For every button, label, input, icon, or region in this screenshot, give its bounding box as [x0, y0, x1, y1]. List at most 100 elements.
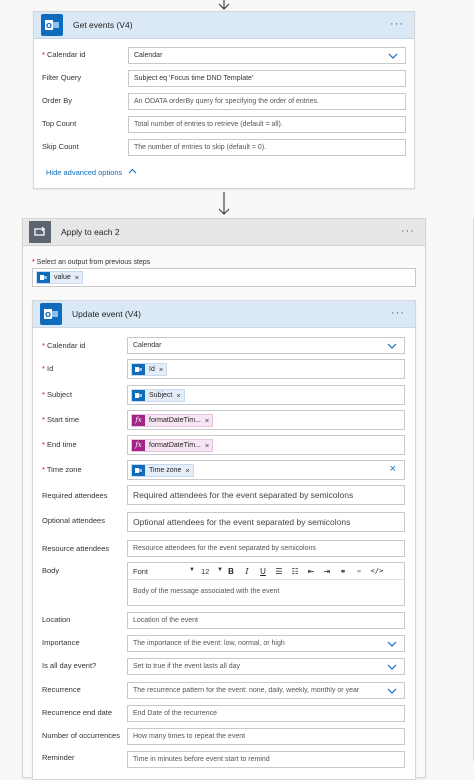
calendar-id-label: * Calendar id — [42, 341, 86, 350]
end-time-input[interactable]: fx formatDateTim... × — [127, 435, 405, 455]
more-options-icon[interactable]: ··· — [391, 308, 405, 319]
recurrence-label: Recurrence — [42, 685, 81, 694]
id-label: * Id — [42, 364, 54, 373]
loop-icon — [29, 221, 51, 243]
remove-token-icon[interactable]: × — [205, 416, 209, 425]
numbered-list-icon[interactable]: ☷ — [289, 567, 301, 576]
occurrences-label: Number of occurrences — [42, 731, 120, 740]
chevron-up-icon — [128, 168, 136, 174]
filter-query-input[interactable]: Subject eq 'Focus time DND Template' — [128, 70, 406, 87]
order-by-label: Order By — [42, 96, 73, 105]
underline-icon[interactable]: U — [257, 567, 269, 576]
all-day-label: Is all day event? — [42, 661, 97, 670]
resource-attendees-input[interactable]: Resource attendees for the event separat… — [127, 540, 405, 557]
value-token[interactable]: value × — [36, 271, 84, 284]
italic-icon[interactable]: I — [241, 567, 253, 576]
apply-to-each-header[interactable]: Apply to each 2 ··· — [23, 219, 425, 246]
function-icon: fx — [132, 439, 145, 451]
indent-icon[interactable]: ⇥ — [321, 567, 333, 576]
filter-query-label: Filter Query — [42, 73, 82, 82]
order-by-input[interactable]: An ODATA orderBy query for specifying th… — [128, 93, 406, 110]
time-zone-dropdown[interactable]: Time zone × × — [127, 460, 405, 480]
hide-advanced-options-link[interactable]: Hide advanced options — [46, 168, 137, 177]
calendar-id-dropdown[interactable]: Calendar — [127, 337, 405, 354]
remove-token-icon[interactable]: × — [159, 365, 163, 374]
id-token[interactable]: Id × — [131, 362, 168, 376]
optional-attendees-input[interactable]: Optional attendees for the event separat… — [127, 512, 405, 532]
start-time-expression-token[interactable]: fx formatDateTim... × — [131, 413, 214, 427]
get-events-card: O Get events (V4) ··· * Calendar id Cale… — [33, 11, 415, 189]
remove-token-icon[interactable]: × — [185, 466, 189, 475]
caret-down-icon: ▼ — [189, 566, 195, 573]
calendar-id-label: * Calendar id — [42, 50, 86, 59]
subject-input[interactable]: Subject × — [127, 385, 405, 405]
top-count-label: Top Count — [42, 119, 77, 128]
font-dropdown[interactable]: Font ▼ — [133, 567, 195, 576]
subject-token[interactable]: Subject × — [131, 388, 185, 402]
caret-down-icon: ▼ — [217, 566, 223, 573]
recurrence-end-label: Recurrence end date — [42, 708, 113, 717]
start-time-label: * Start time — [42, 415, 80, 424]
connector-arrow-top — [218, 0, 230, 10]
end-time-label: * End time — [42, 440, 77, 449]
resource-attendees-label: Resource attendees — [42, 544, 110, 553]
end-time-expression-token[interactable]: fx formatDateTim... × — [131, 438, 214, 452]
remove-token-icon[interactable]: × — [75, 273, 79, 282]
font-size-dropdown[interactable]: 12 ▼ — [201, 567, 223, 576]
clear-icon[interactable]: × — [390, 463, 396, 475]
outdent-icon[interactable]: ⇤ — [305, 567, 317, 576]
skip-count-input[interactable]: The number of entries to skip (default =… — [128, 139, 406, 156]
outlook-token-icon — [37, 272, 50, 283]
location-input[interactable]: Location of the event — [127, 612, 405, 629]
more-options-icon[interactable]: ··· — [390, 19, 404, 30]
update-event-header[interactable]: O Update event (V4) ··· — [33, 301, 415, 328]
recurrence-dropdown[interactable]: The recurrence pattern for the event: no… — [127, 682, 405, 699]
calendar-id-dropdown[interactable]: Calendar — [128, 47, 406, 64]
time-zone-token[interactable]: Time zone × — [131, 463, 194, 477]
all-day-dropdown[interactable]: Set to true if the event lasts all day — [127, 658, 405, 675]
bold-icon[interactable]: B — [225, 567, 237, 576]
recurrence-end-input[interactable]: End Date of the recurrence — [127, 705, 405, 722]
update-event-title: Update event (V4) — [72, 309, 141, 319]
select-output-input[interactable]: value × — [32, 268, 416, 287]
bullet-list-icon[interactable]: ☰ — [273, 567, 285, 576]
occurrences-input[interactable]: How many times to repeat the event — [127, 728, 405, 745]
top-count-input[interactable]: Total number of entries to retrieve (def… — [128, 116, 406, 133]
apply-to-each-title: Apply to each 2 — [61, 227, 120, 237]
chevron-down-icon — [387, 688, 397, 694]
remove-token-icon[interactable]: × — [205, 441, 209, 450]
body-placeholder: Body of the message associated with the … — [133, 588, 280, 595]
location-label: Location — [42, 615, 71, 624]
function-icon: fx — [132, 414, 145, 426]
unlink-icon[interactable]: ⚭ — [353, 567, 365, 576]
get-events-title: Get events (V4) — [73, 20, 133, 30]
outlook-icon: O — [40, 303, 62, 325]
start-time-input[interactable]: fx formatDateTim... × — [127, 410, 405, 430]
remove-token-icon[interactable]: × — [176, 391, 180, 400]
skip-count-label: Skip Count — [42, 142, 79, 151]
chevron-down-icon — [388, 53, 398, 59]
apply-to-each-card: Apply to each 2 ··· * Select an output f… — [22, 218, 426, 780]
time-zone-label: * Time zone — [42, 465, 82, 474]
chevron-down-icon — [387, 343, 397, 349]
outlook-token-icon — [132, 389, 145, 401]
reminder-input[interactable]: Time in minutes before event start to re… — [127, 751, 405, 768]
importance-dropdown[interactable]: The importance of the event: low, normal… — [127, 635, 405, 652]
select-output-label: * Select an output from previous steps — [32, 259, 151, 266]
chevron-down-icon — [387, 641, 397, 647]
get-events-header[interactable]: O Get events (V4) ··· — [34, 12, 414, 39]
body-editor[interactable]: Font ▼ 12 ▼ B I U ☰ ☷ ⇤ ⇥ ⚭ ⚭ </> Body of … — [127, 562, 405, 606]
body-label: Body — [42, 566, 60, 575]
id-input[interactable]: Id × — [127, 359, 405, 379]
outlook-icon: O — [41, 14, 63, 36]
required-attendees-input[interactable]: Required attendees for the event separat… — [127, 485, 405, 505]
connector-arrow-middle — [218, 192, 230, 215]
svg-text:O: O — [45, 311, 51, 319]
link-icon[interactable]: ⚭ — [337, 567, 349, 576]
required-attendees-label: Required attendees — [42, 491, 108, 500]
code-view-icon[interactable]: </> — [369, 567, 385, 575]
chevron-down-icon — [387, 664, 397, 670]
more-options-icon[interactable]: ··· — [401, 226, 415, 237]
subject-label: * Subject — [42, 390, 73, 399]
update-event-card: O Update event (V4) ··· * Calendar id Ca… — [32, 300, 416, 780]
